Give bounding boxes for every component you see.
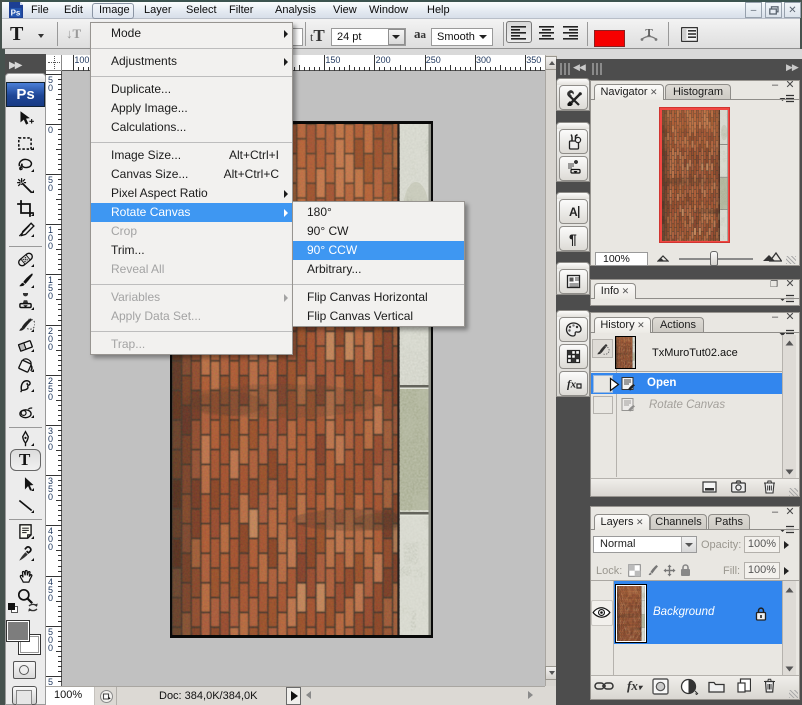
svg-text:¶: ¶ xyxy=(569,231,577,247)
svg-text:Ps: Ps xyxy=(11,9,21,18)
svg-text:T: T xyxy=(645,27,653,39)
svg-text:fx: fx xyxy=(567,379,577,391)
svg-text:A: A xyxy=(569,205,578,219)
